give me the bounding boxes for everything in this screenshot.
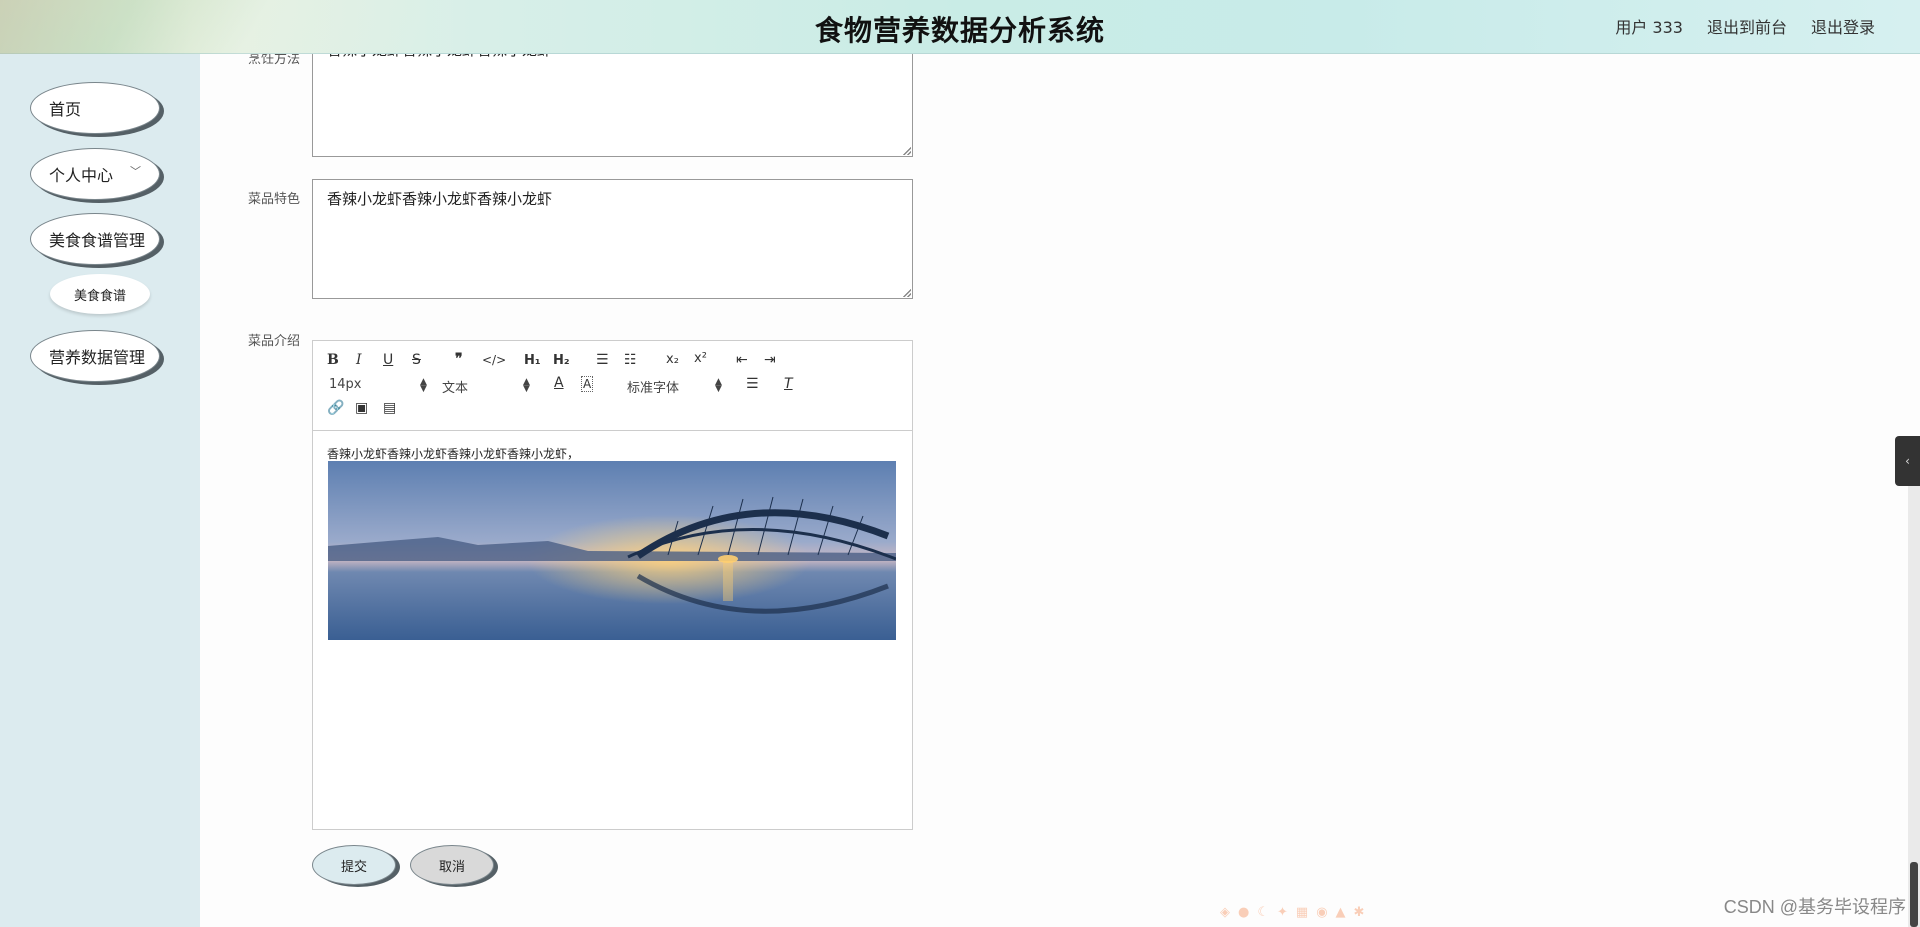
scrollbar-thumb[interactable] — [1910, 862, 1918, 927]
page-scrollbar[interactable] — [1908, 486, 1920, 927]
select-arrows-icon: ▲ ▼ — [523, 377, 530, 394]
top-header: 食物营养数据分析系统 用户 333 退出到前台 退出登录 — [0, 0, 1920, 54]
sidebar-item-label: 首页 — [49, 100, 82, 119]
ime-mode-icon: ● — [1238, 905, 1250, 920]
cancel-button[interactable]: 取消 — [410, 845, 494, 885]
code-block-icon[interactable]: </> — [482, 353, 506, 367]
subscript-icon[interactable]: x₂ — [666, 352, 679, 367]
sidebar-item-label: 营养数据管理 — [49, 348, 146, 367]
header-select[interactable]: 文本 ▲ ▼ — [442, 377, 530, 397]
ime-logo-icon: ◈ — [1220, 905, 1230, 920]
bullet-list-icon[interactable]: ☷ — [624, 352, 637, 368]
editor-toolbar: B I U S ❞ </> H₁ H₂ ☰ ☷ x₂ x² ⇤ ⇥ 14px ▲… — [313, 341, 912, 431]
font-size-select[interactable]: 14px ▲ ▼ — [329, 377, 427, 394]
rich-text-editor: B I U S ❞ </> H₁ H₂ ☰ ☷ x₂ x² ⇤ ⇥ 14px ▲… — [312, 340, 913, 830]
resize-handle[interactable] — [903, 147, 911, 155]
font-family-value: 标准字体 — [627, 381, 680, 396]
superscript-icon[interactable]: x² — [694, 351, 707, 366]
indent-icon[interactable]: ⇥ — [764, 352, 776, 368]
editor-content-text[interactable]: 香辣小龙虾香辣小龙虾香辣小龙虾香辣小龙虾， — [327, 445, 579, 462]
feature-label: 菜品特色 — [247, 192, 300, 207]
ime-user-icon: ◉ — [1316, 905, 1328, 920]
blockquote-icon[interactable]: ❞ — [455, 351, 463, 367]
bridge-photo-svg — [328, 461, 896, 640]
sidebar-item-label: 个人中心 — [49, 166, 114, 185]
outdent-icon[interactable]: ⇤ — [736, 352, 748, 368]
text-color-icon[interactable]: A — [554, 375, 564, 391]
watermark: CSDN @基务毕设程序 — [1723, 897, 1906, 917]
user-name-link[interactable]: 用户 333 — [1615, 14, 1683, 38]
submit-button[interactable]: 提交 — [312, 845, 396, 885]
header-value: 文本 — [442, 381, 469, 396]
sidebar-item-nutrition-management[interactable]: 营养数据管理 — [30, 330, 160, 382]
ime-punct-icon: ✦ — [1277, 905, 1288, 920]
clear-format-icon[interactable]: T — [784, 376, 793, 392]
header-nav: 用户 333 退出到前台 退出登录 — [1615, 14, 1875, 38]
video-icon[interactable]: ▤ — [383, 400, 396, 416]
bold-icon[interactable]: B — [327, 352, 339, 368]
back-to-front-link[interactable]: 退出到前台 — [1707, 14, 1787, 38]
sidebar-item-label: 美食食谱 — [73, 288, 126, 304]
background-color-icon[interactable]: A — [581, 376, 594, 392]
select-arrows-icon: ▲ ▼ — [420, 377, 427, 394]
sidebar-item-home[interactable]: 首页 — [30, 82, 160, 134]
cook-method-textarea[interactable]: 香辣小龙虾香辣小龙虾香辣小龙虾 — [312, 42, 913, 157]
sidebar-item-label: 美食食谱管理 — [49, 231, 146, 250]
bridge-photo — [328, 461, 896, 640]
font-size-value: 14px — [329, 377, 362, 392]
logout-link[interactable]: 退出登录 — [1811, 14, 1875, 38]
sidebar-item-recipe-management[interactable]: 美食食谱管理 — [30, 213, 160, 265]
sidebar-subitem-recipe[interactable]: 美食食谱 — [50, 274, 150, 314]
underline-icon[interactable]: U — [383, 352, 393, 368]
heading1-icon[interactable]: H₁ — [524, 353, 541, 368]
intro-label: 菜品介绍 — [247, 334, 300, 349]
ime-toolbar: ◈ ● ☾ ✦ ▦ ◉ ▲ ✱ — [1220, 905, 1364, 920]
ordered-list-icon[interactable]: ☰ — [596, 352, 609, 368]
chevron-left-icon: ‹ — [1905, 454, 1910, 468]
heading2-icon[interactable]: H₂ — [553, 353, 570, 368]
ime-settings-icon: ✱ — [1353, 905, 1365, 920]
feature-textarea[interactable]: 香辣小龙虾香辣小龙虾香辣小龙虾 — [312, 179, 913, 299]
sidebar: 首页 个人中心 ﹀ 美食食谱管理 美食食谱 营养数据管理 — [0, 54, 200, 927]
select-arrows-icon: ▲ ▼ — [715, 377, 722, 394]
strikethrough-icon[interactable]: S — [412, 352, 421, 368]
font-family-select[interactable]: 标准字体 ▲ ▼ — [627, 377, 722, 397]
resize-handle[interactable] — [903, 289, 911, 297]
chevron-down-icon: ﹀ — [130, 165, 141, 178]
sidebar-item-personal-center[interactable]: 个人中心 ﹀ — [30, 148, 160, 200]
ime-keyboard-icon: ▦ — [1295, 905, 1309, 920]
image-icon[interactable]: ▣ — [355, 400, 368, 416]
ime-moon-icon: ☾ — [1257, 905, 1269, 920]
ime-skin-icon: ▲ — [1335, 905, 1346, 920]
italic-icon[interactable]: I — [356, 352, 362, 368]
feature-value: 香辣小龙虾香辣小龙虾香辣小龙虾 — [327, 190, 553, 208]
link-icon[interactable]: 🔗 — [327, 400, 344, 416]
collapse-panel-button[interactable]: ‹ — [1895, 436, 1920, 486]
align-icon[interactable]: ☰ — [746, 376, 759, 392]
